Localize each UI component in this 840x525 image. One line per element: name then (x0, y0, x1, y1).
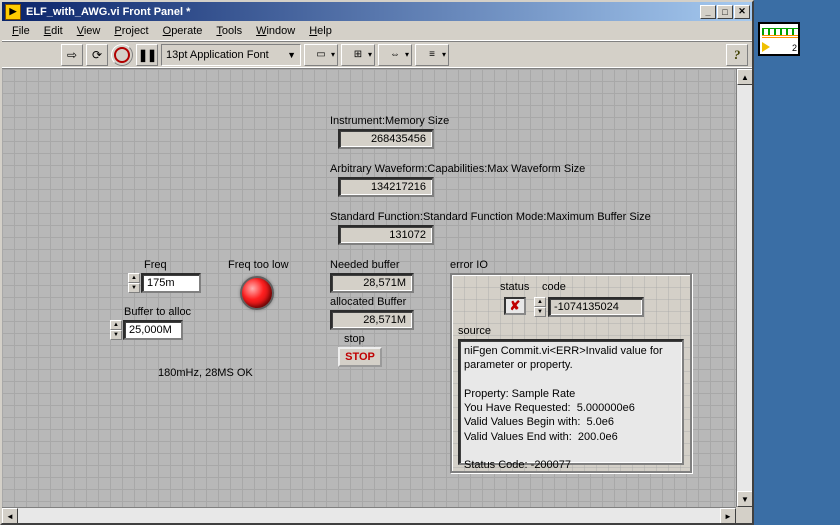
buffer-spinner[interactable]: ▲▼ (110, 320, 122, 340)
allocated-buffer-indicator: 28,571M (330, 310, 414, 330)
menu-view[interactable]: View (71, 23, 107, 39)
menu-operate[interactable]: Operate (157, 23, 209, 39)
code-spinner[interactable]: ▲▼ (534, 297, 546, 317)
toolbar: ⇨ ⟳ ❚❚ 13pt Application Font ▼ ▭ ⊞ ⇔ ≡ ? (2, 40, 752, 69)
stop-label: stop (344, 333, 365, 345)
menu-edit[interactable]: Edit (38, 23, 69, 39)
freq-too-low-led (240, 276, 274, 310)
scroll-left-button[interactable]: ◄ (2, 508, 18, 523)
pause-button[interactable]: ❚❚ (136, 44, 158, 66)
stop-button[interactable]: STOP (338, 347, 382, 367)
freq-label: Freq (144, 259, 167, 271)
max-waveform-label: Arbitrary Waveform:Capabilities:Max Wave… (330, 163, 585, 175)
menu-file[interactable]: File (6, 23, 36, 39)
vertical-scrollbar[interactable]: ▲ ▼ (736, 69, 752, 507)
buffer-alloc-input[interactable]: 25,000M (123, 320, 183, 340)
max-waveform-indicator: 134217216 (338, 177, 434, 197)
code-indicator: -1074135024 (548, 297, 644, 317)
max-buffer-label: Standard Function:Standard Function Mode… (330, 211, 651, 223)
minimize-button[interactable]: _ (700, 5, 716, 19)
window-title: ELF_with_AWG.vi Front Panel * (24, 6, 700, 18)
freq-spinner[interactable]: ▲▼ (128, 273, 140, 293)
horizontal-scrollbar[interactable]: ◄ ► (2, 507, 736, 523)
front-panel[interactable]: Instrument:Memory Size 268435456 Arbitra… (2, 69, 752, 523)
source-label: source (458, 325, 491, 337)
resize-objects-button[interactable]: ⇔ (378, 44, 412, 66)
distribute-objects-button[interactable]: ⊞ (341, 44, 375, 66)
mem-size-indicator: 268435456 (338, 129, 434, 149)
allocated-buffer-label: allocated Buffer (330, 296, 406, 308)
note-text: 180mHz, 28MS OK (158, 367, 253, 379)
freq-too-low-label: Freq too low (228, 259, 289, 271)
scroll-track-v[interactable] (737, 85, 752, 491)
scroll-track-h[interactable] (18, 508, 720, 523)
maximize-button[interactable]: □ (717, 5, 733, 19)
error-io-label: error IO (450, 259, 488, 271)
error-cluster: status ✘ code ▲▼ -1074135024 source niFg… (450, 273, 692, 473)
abort-button[interactable] (111, 44, 133, 66)
needed-buffer-label: Needed buffer (330, 259, 400, 271)
buffer-alloc-label: Buffer to alloc (124, 306, 191, 318)
status-led: ✘ (504, 297, 526, 315)
app-icon: ▶ (5, 4, 21, 20)
freq-control[interactable]: ▲▼ 175m (128, 273, 201, 293)
run-arrow-icon (762, 42, 770, 52)
titlebar[interactable]: ▶ ELF_with_AWG.vi Front Panel * _ □ ✕ (2, 2, 752, 21)
run-continuous-button[interactable]: ⟳ (86, 44, 108, 66)
freq-input[interactable]: 175m (141, 273, 201, 293)
code-label: code (542, 281, 566, 293)
chevron-down-icon: ▼ (287, 50, 296, 60)
waveform-icon (762, 28, 798, 40)
source-indicator: niFgen Commit.vi<ERR>Invalid value for p… (458, 339, 684, 465)
menu-tools[interactable]: Tools (210, 23, 248, 39)
needed-buffer-indicator: 28,571M (330, 273, 414, 293)
font-selector-text: 13pt Application Font (166, 49, 269, 61)
scroll-up-button[interactable]: ▲ (737, 69, 752, 85)
buffer-alloc-control[interactable]: ▲▼ 25,000M (110, 320, 183, 340)
max-buffer-indicator: 131072 (338, 225, 434, 245)
scroll-right-button[interactable]: ► (720, 508, 736, 523)
close-button[interactable]: ✕ (734, 5, 750, 19)
scroll-corner (736, 507, 752, 523)
align-objects-button[interactable]: ▭ (304, 44, 338, 66)
menu-help[interactable]: Help (303, 23, 338, 39)
menu-project[interactable]: Project (108, 23, 154, 39)
font-selector[interactable]: 13pt Application Font ▼ (161, 44, 301, 66)
menubar: File Edit View Project Operate Tools Win… (2, 21, 752, 40)
menu-window[interactable]: Window (250, 23, 301, 39)
scroll-down-button[interactable]: ▼ (737, 491, 752, 507)
status-label: status (500, 281, 529, 293)
reorder-button[interactable]: ≡ (415, 44, 449, 66)
mem-size-label: Instrument:Memory Size (330, 115, 449, 127)
run-button[interactable]: ⇨ (61, 44, 83, 66)
vi-icon-pane[interactable]: 2 (758, 22, 800, 56)
application-window: ▶ ELF_with_AWG.vi Front Panel * _ □ ✕ Fi… (0, 0, 754, 525)
context-help-button[interactable]: ? (726, 44, 748, 66)
vi-instance-count: 2 (792, 43, 797, 53)
